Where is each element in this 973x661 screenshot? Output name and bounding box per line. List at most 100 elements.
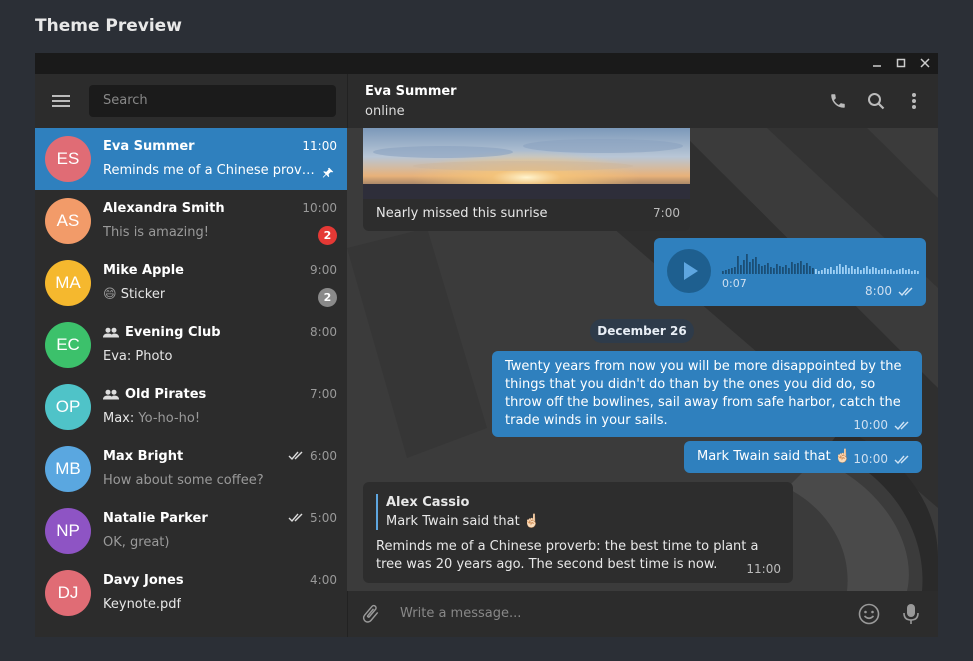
avatar: DJ <box>45 570 91 616</box>
chat-list-item[interactable]: MB Max Bright 6:00 How about some coffee? <box>35 438 347 500</box>
attach-icon[interactable] <box>360 603 382 625</box>
chat-time-label: 5:00 <box>310 511 337 525</box>
unread-badge: 2 <box>318 226 337 245</box>
chat-time-label: 11:00 <box>302 139 337 153</box>
chat-time: 6:00 <box>288 449 337 463</box>
sunrise-photo[interactable] <box>363 128 690 199</box>
chat-preview: How about some coffee? <box>103 473 264 488</box>
preview-text: OK, great) <box>103 535 170 550</box>
page-title: Theme Preview <box>35 16 182 36</box>
app-window: Search ES Eva Summer 11:00 Reminds me of a … <box>35 53 938 637</box>
preview-text: This is amazing! <box>103 225 209 240</box>
phone-icon[interactable] <box>828 91 848 111</box>
read-check-icon <box>894 421 909 431</box>
message-time: 7:00 <box>653 206 680 220</box>
chat-list-sidebar: Search ES Eva Summer 11:00 Reminds me of a … <box>35 74 347 637</box>
outgoing-message[interactable]: Mark Twain said that ☝🏻 10:00 <box>684 441 922 473</box>
chat-time-label: 8:00 <box>310 325 337 339</box>
chat-preview: Eva: Photo <box>103 349 172 364</box>
chat-time-label: 9:00 <box>310 263 337 277</box>
message-area[interactable]: Nearly missed this sunrise 7:00 0:07 8:0… <box>347 128 938 591</box>
avatar: MB <box>45 446 91 492</box>
chat-time-label: 4:00 <box>310 573 337 587</box>
preview-emoji: 😄 <box>103 287 117 302</box>
preview-text: Keynote.pdf <box>103 597 182 612</box>
sidebar-header: Search <box>35 74 347 128</box>
avatar: NP <box>45 508 91 554</box>
chat-name-label: Evening Club <box>125 325 221 340</box>
chat-name-label: Old Pirates <box>125 387 207 402</box>
microphone-icon[interactable] <box>900 602 922 626</box>
photo-caption: Nearly missed this sunrise <box>376 206 548 221</box>
message-time: 11:00 <box>746 562 781 576</box>
date-separator: December 26 <box>590 319 694 343</box>
maximize-icon[interactable] <box>894 55 908 71</box>
menu-icon[interactable] <box>52 93 72 109</box>
preview-text: Yo-ho-ho! <box>138 411 201 426</box>
chat-preview: Reminds me of a Chinese proverb: the bes… <box>103 163 315 178</box>
chat-list-item[interactable]: NP Natalie Parker 5:00 OK, great) <box>35 500 347 562</box>
chat-list-item[interactable]: AS Alexandra Smith 10:00 This is amazing! 2 <box>35 190 347 252</box>
chat-status: online <box>365 104 405 119</box>
read-check-icon <box>288 513 303 523</box>
play-button[interactable] <box>667 249 711 293</box>
chat-name-label: Alexandra Smith <box>103 201 225 216</box>
preview-text: Eva: Photo <box>103 349 173 364</box>
message-text: Mark Twain said that ☝🏻 <box>697 449 852 464</box>
chat-list-item[interactable]: MA Mike Apple 9:00 😄 Sticker 2 <box>35 252 347 314</box>
chat-time: 4:00 <box>310 573 337 587</box>
chat-name: Davy Jones <box>103 573 184 588</box>
photo-message[interactable]: Nearly missed this sunrise 7:00 <box>363 128 690 231</box>
chat-name: Natalie Parker <box>103 511 208 526</box>
message-text: Reminds me of a Chinese proverb: the bes… <box>376 539 759 572</box>
chat-list-item[interactable]: OP Old Pirates 7:00 Max: Yo-ho-ho! <box>35 376 347 438</box>
chat-name: Old Pirates <box>103 387 206 402</box>
chat-preview: Keynote.pdf <box>103 597 181 612</box>
group-icon <box>103 389 119 400</box>
message-time: 10:00 <box>853 452 888 466</box>
search-icon[interactable] <box>866 91 886 111</box>
chat-list-item[interactable]: EC Evening Club 8:00 Eva: Photo <box>35 314 347 376</box>
chat-list-item[interactable]: ES Eva Summer 11:00 Reminds me of a Chinese… <box>35 128 347 190</box>
preview-text: How about some coffee? <box>103 473 264 488</box>
incoming-reply-message[interactable]: Alex Cassio Mark Twain said that ☝🏻 Remi… <box>363 482 793 583</box>
chat-preview: 😄 Sticker <box>103 287 165 302</box>
group-icon <box>103 327 119 338</box>
search-input[interactable]: Search <box>89 85 336 117</box>
read-check-icon <box>898 287 913 297</box>
message-time: 8:00 <box>865 284 892 298</box>
message-input[interactable]: Write a message... <box>400 606 521 621</box>
avatar: OP <box>45 384 91 430</box>
chat-time: 9:00 <box>310 263 337 277</box>
chat-time-label: 6:00 <box>310 449 337 463</box>
chat-preview: This is amazing! <box>103 225 209 240</box>
chat-name: Alexandra Smith <box>103 201 225 216</box>
chat-name-label: Natalie Parker <box>103 511 208 526</box>
read-check-icon <box>288 451 303 461</box>
avatar: MA <box>45 260 91 306</box>
chat-time-label: 10:00 <box>302 201 337 215</box>
voice-duration: 0:07 <box>722 277 747 290</box>
chat-time: 10:00 <box>302 201 337 215</box>
chat-time: 5:00 <box>288 511 337 525</box>
voice-waveform[interactable] <box>722 250 922 274</box>
chat-panel: Eva Summer online Nearly missed this sun… <box>347 74 938 637</box>
preview-text: Reminds me of a Chinese proverb: the bes… <box>103 163 315 178</box>
minimize-icon[interactable] <box>870 55 884 71</box>
reply-quoted-text[interactable]: Mark Twain said that ☝🏻 <box>386 514 540 529</box>
more-vertical-icon[interactable] <box>904 91 924 111</box>
unread-badge: 2 <box>318 288 337 307</box>
chat-title[interactable]: Eva Summer <box>365 84 457 99</box>
chat-time-label: 7:00 <box>310 387 337 401</box>
read-check-icon <box>894 455 909 465</box>
close-icon[interactable] <box>918 55 932 71</box>
chat-time: 8:00 <box>310 325 337 339</box>
preview-text: Sticker <box>120 287 166 302</box>
chat-list-item[interactable]: DJ Davy Jones 4:00 Keynote.pdf <box>35 562 347 624</box>
outgoing-message[interactable]: Twenty years from now you will be more d… <box>492 351 922 437</box>
message-time: 10:00 <box>853 418 888 432</box>
voice-message[interactable]: 0:07 8:00 <box>654 238 926 306</box>
reply-author[interactable]: Alex Cassio <box>386 495 469 510</box>
emoji-icon[interactable] <box>858 603 880 625</box>
chat-preview: Max: Yo-ho-ho! <box>103 411 200 426</box>
